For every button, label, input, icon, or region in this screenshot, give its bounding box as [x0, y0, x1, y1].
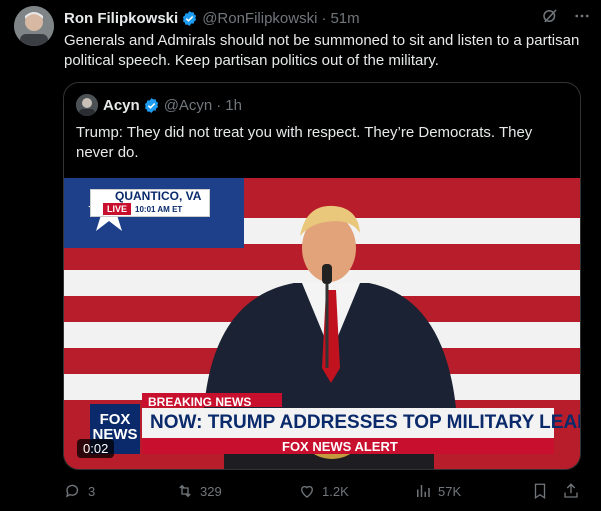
quote-text: Trump: They did not treat you with respe… [76, 124, 533, 161]
views-count: 57K [438, 483, 462, 499]
repost-button[interactable]: 329 [176, 481, 222, 501]
reply-icon [65, 484, 79, 498]
views-button[interactable]: 57K [414, 481, 461, 501]
quoted-tweet[interactable]: Acyn @Acyn · 1h Trump: They did not trea… [63, 82, 581, 470]
separator-dot: · [321, 9, 327, 27]
repost-count: 329 [200, 483, 222, 499]
repost-icon [179, 484, 191, 498]
share-icon [564, 483, 578, 498]
headline-bar: NOW: TRUMP ADDRESSES TOP MILITARY LEADER… [142, 408, 580, 438]
separator-dot: · [216, 96, 222, 114]
author-handle[interactable]: @RonFilipkowski [202, 10, 317, 27]
clock-label: 10:01 AM ET [135, 204, 183, 214]
like-button[interactable]: 1.2K [298, 481, 349, 501]
bookmark-icon [534, 483, 546, 500]
bookmark-button[interactable] [531, 481, 549, 501]
location-label: QUANTICO, VA [115, 189, 202, 203]
reply-count: 3 [88, 483, 96, 499]
verified-badge-icon [181, 10, 198, 27]
alert-bar: FOX NEWS ALERT [142, 438, 554, 454]
quote-time[interactable]: 1h [225, 97, 242, 114]
fox-logo: FOX NEWS [92, 411, 138, 443]
quote-header: Acyn @Acyn · 1h [76, 94, 242, 116]
like-count: 1.2K [322, 483, 349, 499]
quote-author-handle[interactable]: @Acyn [164, 97, 213, 114]
location-tag: QUANTICO, VA LIVE 10:01 AM ET [90, 189, 210, 217]
author-name[interactable]: Ron Filipkowski [64, 10, 178, 27]
tweet-time[interactable]: 51m [330, 10, 359, 27]
breaking-news-tag: BREAKING NEWS [142, 393, 282, 409]
grok-icon[interactable] [541, 7, 559, 29]
live-label: LIVE [103, 203, 132, 215]
video-duration: 0:02 [77, 439, 115, 458]
action-bar: 3 329 1.2K 57K [64, 481, 584, 501]
author-avatar[interactable] [14, 6, 54, 46]
views-icon [417, 485, 430, 497]
tweet-header: Ron Filipkowski @RonFilipkowski · 51m [64, 8, 591, 28]
headline-text: NOW: TRUMP ADDRESSES TOP MILITARY LEADER… [150, 412, 580, 433]
heart-icon [301, 485, 313, 498]
alert-text: FOX NEWS ALERT [282, 439, 398, 454]
tweet-text: Generals and Admirals should not be summ… [64, 32, 580, 69]
breaking-label: BREAKING NEWS [148, 395, 252, 409]
reply-button[interactable]: 3 [64, 481, 95, 501]
share-button[interactable] [562, 481, 580, 501]
verified-badge-icon [143, 97, 160, 114]
quote-author-name[interactable]: Acyn [103, 97, 140, 114]
quote-avatar[interactable] [76, 94, 98, 116]
more-options-icon[interactable] [573, 7, 591, 29]
video-player[interactable]: QUANTICO, VA LIVE 10:01 AM ET BREAKING N… [64, 178, 580, 469]
